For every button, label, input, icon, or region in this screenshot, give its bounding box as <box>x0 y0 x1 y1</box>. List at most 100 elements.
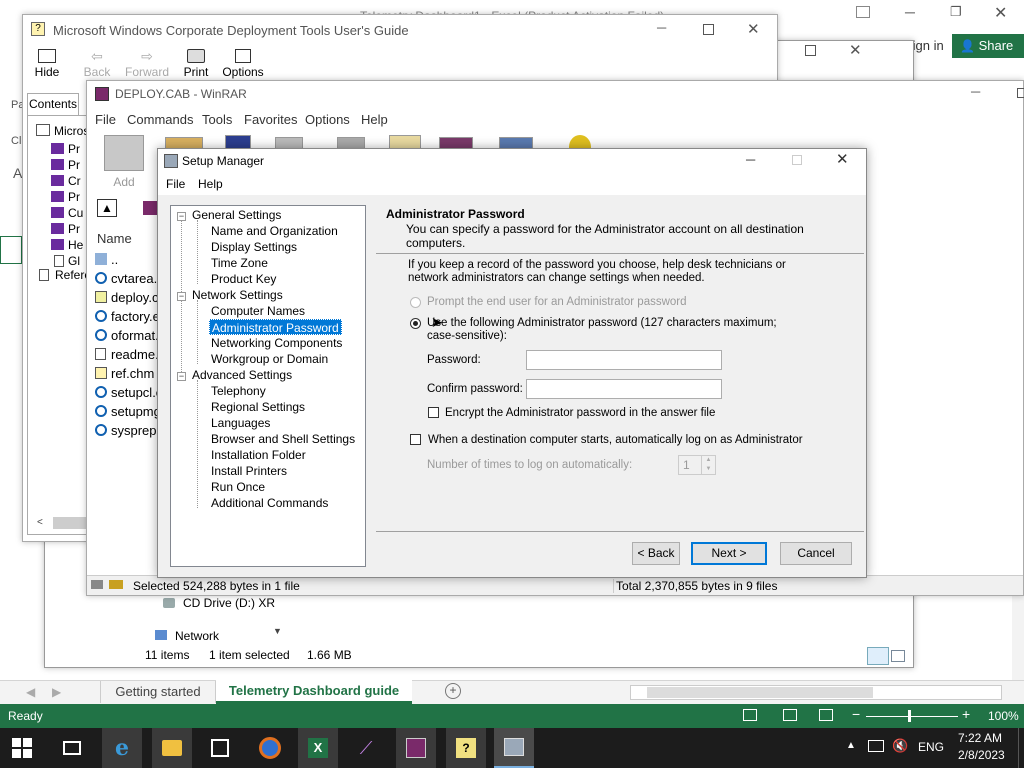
winrar-menu-tools[interactable]: Tools <box>202 112 232 127</box>
print-button[interactable]: Print <box>179 49 213 79</box>
help-tree-root[interactable]: Micros <box>54 124 89 138</box>
help-tree-item[interactable]: Pr <box>68 190 80 204</box>
normal-view-icon[interactable] <box>743 709 757 721</box>
tree-display-settings[interactable]: Display Settings <box>211 239 297 255</box>
taskbar-ie[interactable]: e <box>102 728 142 768</box>
network-item[interactable]: Network <box>175 629 219 643</box>
taskbar-explorer[interactable] <box>152 728 192 768</box>
file-name[interactable]: ref.chm <box>111 366 154 381</box>
large-icons-view-icon[interactable] <box>891 650 905 662</box>
tree-install-printers[interactable]: Install Printers <box>211 463 287 479</box>
logon-times-spinner[interactable]: 1 ▲ ▼ <box>678 455 716 475</box>
encrypt-checkbox[interactable] <box>428 407 439 418</box>
tree-network-settings[interactable]: Network Settings <box>192 287 283 303</box>
help-close-icon[interactable]: ✕ <box>747 20 760 38</box>
restore-icon[interactable]: ❐ <box>950 4 962 20</box>
back-button[interactable]: ⇦ Back <box>79 49 115 79</box>
tree-computer-names[interactable]: Computer Names <box>211 303 305 319</box>
hide-button[interactable]: Hide <box>29 49 65 79</box>
up-folder-icon[interactable]: ▲ <box>97 199 117 217</box>
password-field[interactable] <box>526 350 722 370</box>
taskbar-app[interactable]: ⟋ <box>346 728 386 768</box>
tree-browser-shell[interactable]: Browser and Shell Settings <box>211 431 355 447</box>
taskbar-setup-manager[interactable] <box>494 728 534 768</box>
winrar-menu-favorites[interactable]: Favorites <box>244 112 297 127</box>
start-button[interactable] <box>2 728 42 768</box>
file-name[interactable]: .. <box>111 252 118 267</box>
winrar-minimize-icon[interactable]: ─ <box>971 84 980 99</box>
options-button[interactable]: Options <box>221 49 265 79</box>
help-scroll-left-icon[interactable]: < <box>37 517 43 528</box>
add-sheet-icon[interactable]: + <box>445 683 461 699</box>
tree-regional-settings[interactable]: Regional Settings <box>211 399 305 415</box>
file-name[interactable]: readme.t <box>111 347 162 362</box>
taskbar-store[interactable] <box>200 728 240 768</box>
radio-use-password[interactable] <box>410 318 421 329</box>
tree-name-organization[interactable]: Name and Organization <box>211 223 338 239</box>
file-name[interactable]: setupcl.e <box>111 385 163 400</box>
tree-telephony[interactable]: Telephony <box>211 383 266 399</box>
taskbar-firefox[interactable] <box>250 728 290 768</box>
file-name[interactable]: oformat. <box>111 328 159 343</box>
help-tab-contents[interactable]: Contents <box>27 93 79 115</box>
file-name[interactable]: deploy.c <box>111 290 158 305</box>
hscroll-bar[interactable] <box>630 685 1002 700</box>
cancel-button[interactable]: Cancel <box>780 542 852 565</box>
back-button[interactable]: < Back <box>632 542 680 565</box>
zoom-in-icon[interactable]: + <box>962 706 970 722</box>
help-tree-item[interactable]: Pr <box>68 158 80 172</box>
help-hscroll-thumb[interactable] <box>53 517 87 529</box>
spin-down-icon[interactable]: ▼ <box>701 465 715 474</box>
tree-general-settings[interactable]: General Settings <box>192 207 281 223</box>
taskbar-winrar[interactable] <box>396 728 436 768</box>
expand-network-icon[interactable]: − <box>177 292 186 301</box>
clock-date[interactable]: 2/8/2023 <box>958 748 1005 762</box>
hscroll-thumb[interactable] <box>647 687 873 698</box>
winrar-menu-help[interactable]: Help <box>361 112 388 127</box>
cd-drive-item[interactable]: CD Drive (D:) XR <box>183 596 275 610</box>
winrar-menu-commands[interactable]: Commands <box>127 112 193 127</box>
explorer-maximize-icon[interactable] <box>805 45 816 56</box>
winrar-menu-file[interactable]: File <box>95 112 116 127</box>
tree-networking-components[interactable]: Networking Components <box>211 335 342 351</box>
help-tree-item[interactable]: Cr <box>68 174 81 188</box>
setup-maximize-icon[interactable] <box>792 155 802 165</box>
tree-advanced-settings[interactable]: Advanced Settings <box>192 367 292 383</box>
file-name[interactable]: setupmg <box>111 404 161 419</box>
sheet-tab-telemetry[interactable]: Telemetry Dashboard guide <box>216 680 412 704</box>
tree-installation-folder[interactable]: Installation Folder <box>211 447 306 463</box>
details-view-icon[interactable] <box>867 647 889 665</box>
sheet-tab-getting-started[interactable]: Getting started <box>100 681 216 703</box>
tree-product-key[interactable]: Product Key <box>211 271 276 287</box>
explorer-close-icon[interactable]: ✕ <box>849 41 862 59</box>
nav-scroll-down-icon[interactable]: ▼ <box>273 626 282 636</box>
taskbar-help[interactable]: ? <box>446 728 486 768</box>
task-view-button[interactable] <box>52 728 92 768</box>
ribbon-display-icon[interactable] <box>856 6 870 18</box>
help-tree-item[interactable]: Cu <box>68 206 83 220</box>
radio-prompt-user[interactable] <box>410 297 421 308</box>
close-icon[interactable]: ✕ <box>994 3 1007 23</box>
winrar-maximize-icon[interactable] <box>1017 88 1024 98</box>
next-button[interactable]: Next > <box>691 542 767 565</box>
setup-menu-help[interactable]: Help <box>198 177 223 191</box>
expand-general-icon[interactable]: − <box>177 212 186 221</box>
autologon-checkbox[interactable] <box>410 434 421 445</box>
help-tree-item[interactable]: Pr <box>68 142 80 156</box>
tree-time-zone[interactable]: Time Zone <box>211 255 268 271</box>
spin-up-icon[interactable]: ▲ <box>701 456 715 465</box>
zoom-slider[interactable] <box>866 716 958 717</box>
zoom-out-icon[interactable]: − <box>852 706 860 722</box>
page-layout-icon[interactable] <box>783 709 797 721</box>
zoom-level[interactable]: 100% <box>988 709 1019 723</box>
help-minimize-icon[interactable]: ─ <box>657 20 666 35</box>
file-name[interactable]: factory.e <box>111 309 160 324</box>
minimize-icon[interactable]: ─ <box>905 4 915 20</box>
sheet-prev-icon[interactable]: ◀ <box>26 685 35 699</box>
help-tree-item[interactable]: Pr <box>68 222 80 236</box>
sheet-next-icon[interactable]: ▶ <box>52 685 61 699</box>
page-break-icon[interactable] <box>819 709 833 721</box>
tree-additional-commands[interactable]: Additional Commands <box>211 495 328 511</box>
confirm-password-field[interactable] <box>526 379 722 399</box>
setup-minimize-icon[interactable]: ─ <box>746 152 755 167</box>
